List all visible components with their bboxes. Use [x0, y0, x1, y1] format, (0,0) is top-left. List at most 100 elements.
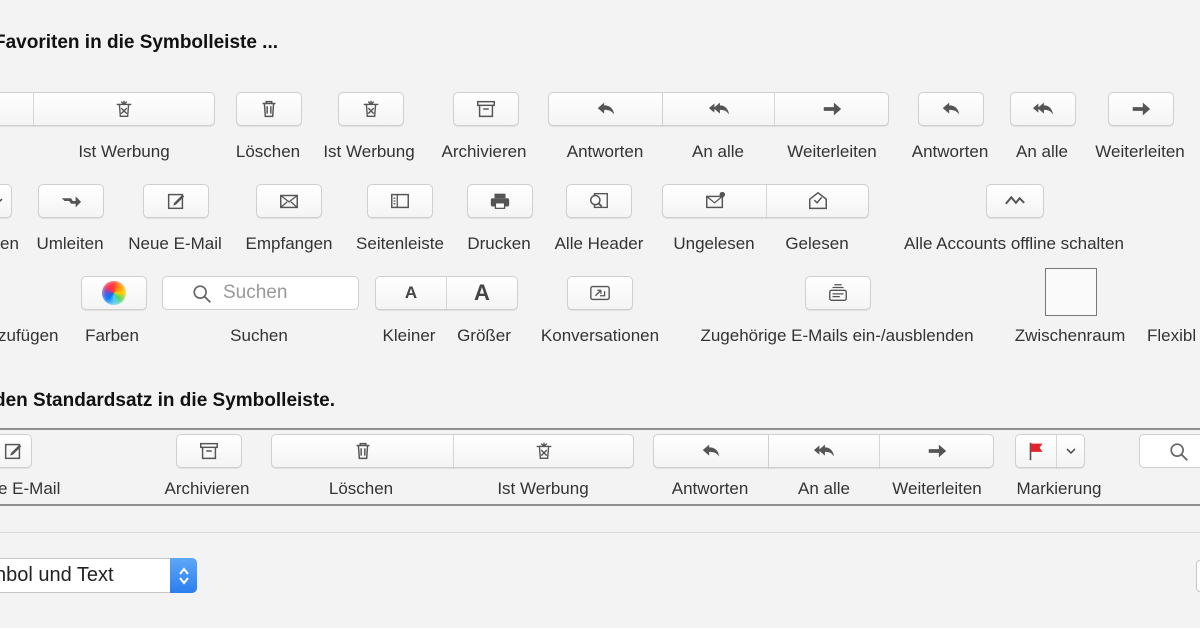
label-hinzufuegen-partial: zufügen	[0, 326, 59, 345]
default-new-email-button[interactable]	[0, 434, 32, 468]
junk-icon	[360, 98, 382, 120]
conversations-button[interactable]	[567, 276, 633, 310]
label-groesser: Größer	[457, 326, 511, 345]
flag-menu-button[interactable]	[1056, 434, 1085, 468]
label-weiterleiten-2: Weiterleiten	[1095, 142, 1185, 161]
label-alle-header: Alle Header	[554, 234, 644, 253]
chevron-down-icon	[0, 193, 6, 209]
junk-icon	[533, 440, 555, 462]
label-offline: Alle Accounts offline schalten	[904, 234, 1124, 253]
label-zwischenraum: Zwischenraum	[1014, 326, 1126, 345]
show-mode-popup[interactable]: nbol und Text	[0, 558, 197, 593]
trash-icon	[258, 98, 280, 120]
archive-icon	[198, 440, 220, 462]
label-weiterleiten: Weiterleiten	[787, 142, 877, 161]
sidebar-icon	[389, 190, 411, 212]
reply-button-2[interactable]	[918, 92, 984, 126]
chevron-down-icon	[1063, 443, 1079, 459]
default-label-weiterleiten: Weiterleiten	[892, 479, 982, 498]
label-neue-email: Neue E-Mail	[128, 234, 222, 253]
default-junk-button[interactable]	[453, 434, 634, 468]
updown-arrows-icon	[170, 558, 197, 593]
offline-button[interactable]	[986, 184, 1044, 218]
sidebar-button[interactable]	[367, 184, 433, 218]
default-delete-button[interactable]	[271, 434, 454, 468]
printer-icon	[489, 190, 511, 212]
toolbar-item-partial-2[interactable]	[0, 184, 12, 218]
reply-all-button[interactable]	[662, 92, 775, 126]
default-label-an-alle: An alle	[798, 479, 850, 498]
trash-icon	[352, 440, 374, 462]
reply-button[interactable]	[548, 92, 663, 126]
reply-icon	[940, 98, 962, 120]
toolbar-item-partial[interactable]	[0, 92, 34, 126]
mark-unread-button[interactable]	[662, 184, 767, 218]
done-button-partial[interactable]	[1196, 560, 1200, 592]
reply-icon	[700, 440, 722, 462]
divider	[0, 532, 1200, 533]
search-field[interactable]: Suchen	[162, 276, 359, 310]
label-zugehoerige: Zugehörige E-Mails ein-/ausblenden	[700, 326, 974, 345]
search-icon	[191, 283, 213, 305]
colors-button[interactable]	[81, 276, 147, 310]
label-farben: Farben	[85, 326, 139, 345]
label-flexibel-partial: Flexibl	[1147, 326, 1197, 345]
unread-icon	[704, 190, 726, 212]
forward-icon	[926, 440, 948, 462]
reply-all-icon	[1032, 98, 1054, 120]
print-button[interactable]	[467, 184, 533, 218]
space-item[interactable]	[1045, 268, 1097, 316]
reply-all-button-2[interactable]	[1010, 92, 1076, 126]
label-ist-werbung: Ist Werbung	[78, 142, 170, 161]
label-drucken: Drucken	[467, 234, 531, 253]
default-forward-button[interactable]	[879, 434, 994, 468]
favorites-heading: Favoriten in die Symbolleiste ...	[0, 32, 279, 53]
related-mails-button[interactable]	[805, 276, 871, 310]
mark-read-button[interactable]	[766, 184, 869, 218]
junk-button-2[interactable]	[338, 92, 404, 126]
redirect-icon	[60, 190, 82, 212]
default-reply-all-button[interactable]	[768, 434, 880, 468]
default-label-markierung: Markierung	[1016, 479, 1102, 498]
label-archivieren: Archivieren	[441, 142, 527, 161]
flag-button[interactable]	[1015, 434, 1057, 468]
compose-icon	[2, 440, 24, 462]
junk-button[interactable]	[33, 92, 215, 126]
label-empfangen: Empfangen	[245, 234, 333, 253]
all-headers-button[interactable]	[566, 184, 632, 218]
default-label-ist-werbung: Ist Werbung	[497, 479, 589, 498]
related-mails-icon	[827, 282, 849, 304]
new-email-button[interactable]	[143, 184, 209, 218]
default-label-archivieren: Archivieren	[164, 479, 250, 498]
read-icon	[807, 190, 829, 212]
reply-all-icon	[708, 98, 730, 120]
reply-all-icon	[813, 440, 835, 462]
label-gelesen: Gelesen	[785, 234, 849, 253]
default-archive-button[interactable]	[176, 434, 242, 468]
junk-icon	[113, 98, 135, 120]
font-smaller-icon: A	[404, 283, 418, 302]
forward-button-2[interactable]	[1108, 92, 1174, 126]
forward-button[interactable]	[774, 92, 889, 126]
color-wheel-icon	[102, 281, 126, 305]
default-label-antworten: Antworten	[671, 479, 749, 498]
redirect-button[interactable]	[38, 184, 104, 218]
default-reply-button[interactable]	[653, 434, 769, 468]
label-an-alle-2: An alle	[1016, 142, 1068, 161]
larger-font-button[interactable]: A	[446, 276, 518, 310]
delete-button[interactable]	[236, 92, 302, 126]
default-label-loeschen: Löschen	[328, 479, 394, 498]
envelope-icon	[278, 190, 300, 212]
archive-button[interactable]	[453, 92, 519, 126]
smaller-font-button[interactable]: A	[375, 276, 447, 310]
label-loeschen: Löschen	[235, 142, 301, 161]
default-label-neue-email: e E-Mail	[0, 479, 61, 498]
label-an-alle: An alle	[692, 142, 744, 161]
forward-icon	[1130, 98, 1152, 120]
show-mode-value: nbol und Text	[0, 564, 114, 586]
default-search-field[interactable]	[1139, 434, 1200, 468]
font-larger-icon: A	[474, 280, 490, 305]
label-ist-werbung-2: Ist Werbung	[323, 142, 415, 161]
conversation-icon	[589, 282, 611, 304]
get-mail-button[interactable]	[256, 184, 322, 218]
